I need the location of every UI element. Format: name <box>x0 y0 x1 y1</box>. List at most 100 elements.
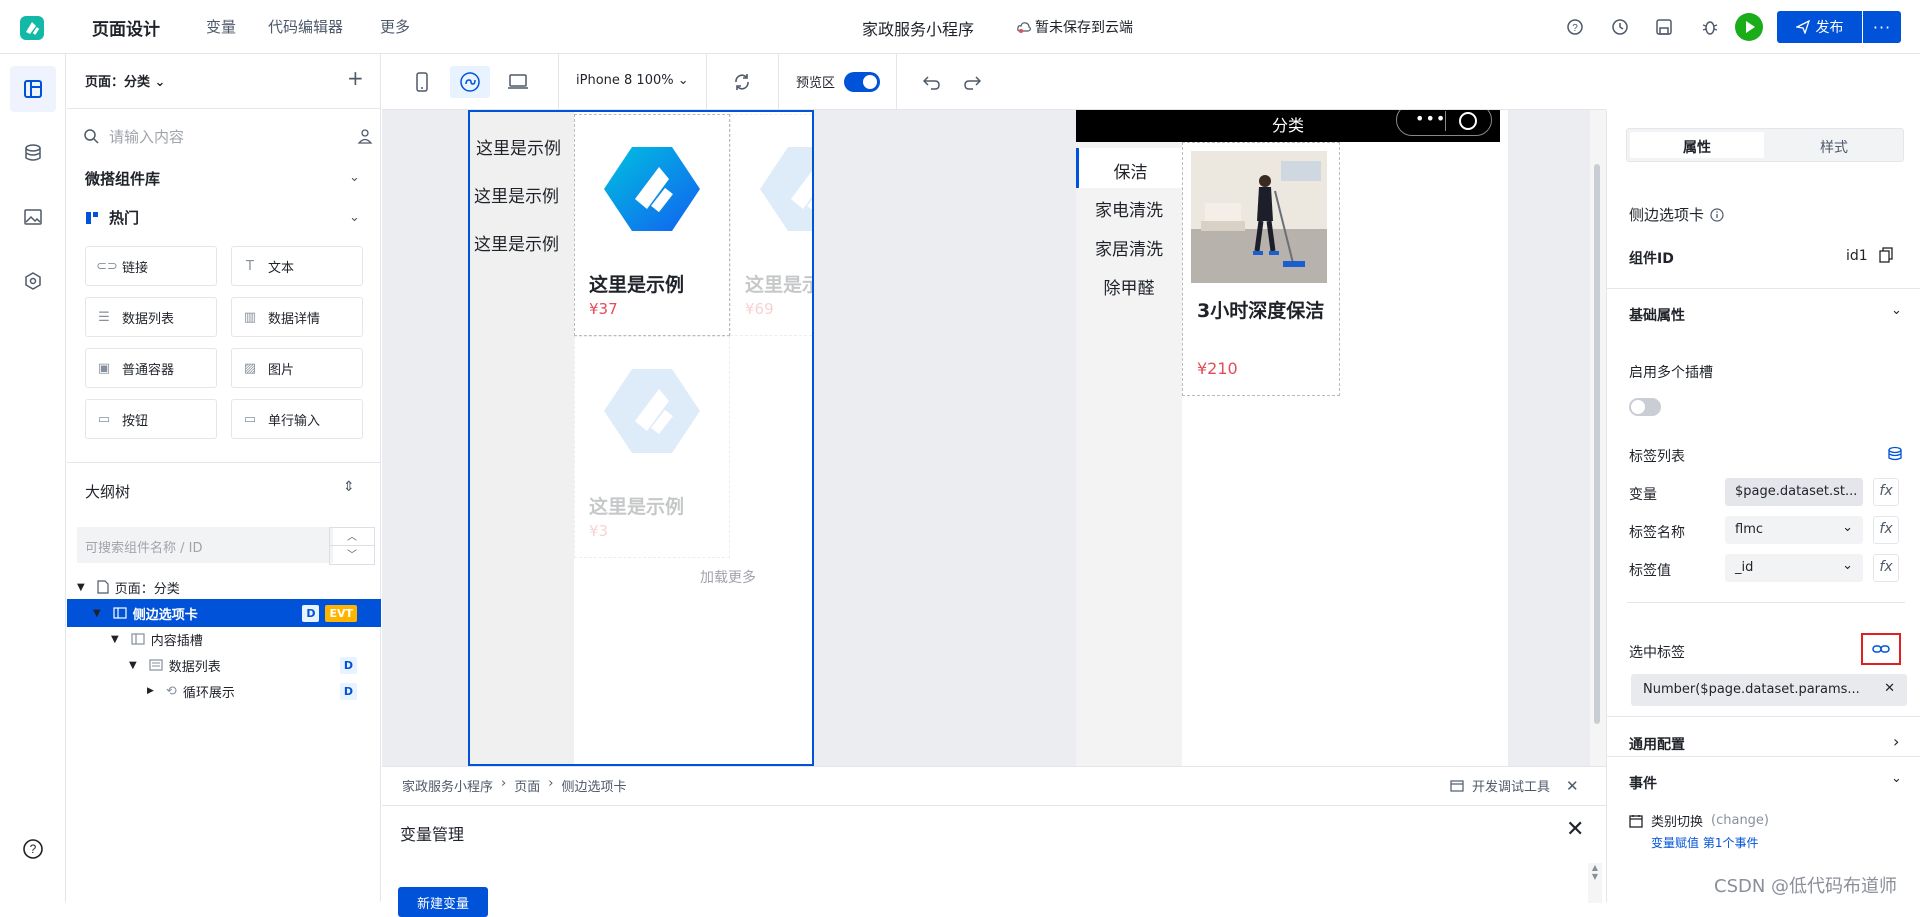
rail-help-button[interactable]: ? <box>10 826 56 872</box>
multi-slot-toggle[interactable] <box>1629 398 1661 416</box>
comp-text[interactable]: T 文本 <box>231 246 363 286</box>
rail-settings-button[interactable] <box>10 258 56 304</box>
device-selector[interactable]: iPhone 8 100% ⌄ <box>576 73 689 88</box>
more-actions-button[interactable]: ··· <box>1863 11 1901 43</box>
tab-name-select[interactable]: flmc ⌄ <box>1725 516 1863 544</box>
preview-toggle[interactable] <box>844 72 880 92</box>
undo-icon[interactable] <box>912 66 952 98</box>
breadcrumb-item[interactable]: 页面 <box>514 776 540 795</box>
tab-value-select[interactable]: _id ⌄ <box>1725 554 1863 582</box>
outline-search-input[interactable]: 可搜索组件名称 / ID <box>77 527 333 563</box>
add-page-button[interactable]: + <box>347 66 364 90</box>
chevron-down-icon[interactable]: ⌄ <box>1891 303 1902 318</box>
help-icon[interactable]: ? <box>1564 16 1586 38</box>
event-action[interactable]: 变量赋值 第1个事件 <box>1651 834 1758 851</box>
comp-link[interactable]: ⊂⊃ 链接 <box>85 246 217 286</box>
tree-node-loop[interactable]: ▶ ⟲ 循环展示 D <box>67 677 381 705</box>
hot-group-title[interactable]: 热门 <box>85 207 139 228</box>
nav-more[interactable]: 更多 <box>380 16 410 37</box>
event-item[interactable]: 类别切换 (change) <box>1629 811 1769 830</box>
side-tab[interactable]: 这里是示例 <box>474 182 559 207</box>
load-more[interactable]: 加载更多 <box>700 567 756 587</box>
comp-data-list[interactable]: ☰ 数据列表 <box>85 297 217 337</box>
tree-node-label: 侧边选项卡 <box>132 607 198 623</box>
selected-tab-binding[interactable]: Number($page.dataset.params... ✕ <box>1631 674 1907 706</box>
chevron-right-icon[interactable]: › <box>1893 732 1899 751</box>
refresh-icon[interactable] <box>722 66 762 98</box>
side-tab[interactable]: 家电清洗 <box>1076 196 1182 221</box>
data-badge: D <box>339 682 357 700</box>
side-tab[interactable]: 这里是示例 <box>474 230 559 255</box>
nav-variables[interactable]: 变量 <box>206 16 236 37</box>
mobile-view-icon[interactable] <box>402 66 442 98</box>
redo-icon[interactable] <box>952 66 992 98</box>
breadcrumb-item[interactable]: 侧边选项卡 <box>561 776 626 795</box>
link-binding-button[interactable] <box>1861 633 1901 665</box>
tree-node-content-slot[interactable]: ▼ 内容插槽 <box>67 625 381 653</box>
comp-input[interactable]: ▭ 单行输入 <box>231 399 363 439</box>
run-preview-button[interactable] <box>1735 13 1763 41</box>
database-icon[interactable] <box>1887 446 1903 462</box>
library-title[interactable]: 微搭组件库 <box>85 168 160 189</box>
side-tab[interactable]: 这里是示例 <box>476 134 561 159</box>
desktop-view-icon[interactable] <box>498 66 538 98</box>
breadcrumb-item[interactable]: 家政服务小程序 <box>402 776 493 795</box>
tab-properties[interactable]: 属性 <box>1630 132 1764 158</box>
component-search[interactable]: 请输入内容 <box>83 120 373 152</box>
miniprogram-view-icon[interactable] <box>450 66 490 98</box>
fx-button[interactable]: fx <box>1873 554 1899 582</box>
component-title-text: 侧边选项卡 <box>1629 206 1705 224</box>
comp-container[interactable]: ▣ 普通容器 <box>85 348 217 388</box>
fx-button[interactable]: fx <box>1873 478 1899 506</box>
variable-binding[interactable]: $page.dataset.st... <box>1725 478 1863 506</box>
comp-button[interactable]: ▭ 按钮 <box>85 399 217 439</box>
expand-collapse-icon[interactable]: ⇕ <box>343 479 355 495</box>
chevron-down-icon[interactable]: ﹀ <box>330 546 374 564</box>
product-card[interactable]: 这里是示例 ¥3 <box>574 336 730 558</box>
comp-data-detail[interactable]: ▥ 数据详情 <box>231 297 363 337</box>
chevron-down-icon[interactable]: ⌄ <box>349 210 360 225</box>
info-icon[interactable] <box>1710 207 1724 222</box>
product-card[interactable]: 这里是示例 ¥37 <box>574 114 730 336</box>
tree-node-page[interactable]: ▼ 页面：分类 <box>67 573 381 601</box>
tree-node-side-tabs[interactable]: ▼ 侧边选项卡 D EVT <box>67 599 381 627</box>
service-card[interactable]: 3小时深度保洁 ¥210 <box>1182 142 1340 396</box>
design-canvas[interactable]: 这里是示例 这里是示例 这里是示例 这里是示例 ¥37 这里是示例 ¥69 这里… <box>382 110 1606 766</box>
basic-props-header[interactable]: 基础属性 <box>1629 305 1685 325</box>
close-icon[interactable]: ✕ <box>1884 681 1895 696</box>
general-config-header[interactable]: 通用配置 <box>1629 734 1685 754</box>
tab-styles[interactable]: 样式 <box>1767 132 1901 158</box>
close-icon[interactable]: ✕ <box>1566 817 1584 842</box>
product-card[interactable]: 这里是示例 ¥69 <box>730 114 812 336</box>
comp-image[interactable]: ▨ 图片 <box>231 348 363 388</box>
rail-pages-button[interactable] <box>10 66 56 112</box>
new-variable-button[interactable]: 新建变量 <box>398 887 488 917</box>
user-search-icon[interactable] <box>357 128 373 144</box>
side-tab[interactable]: 家居清洗 <box>1076 235 1182 260</box>
chevron-up-icon[interactable]: ︿ <box>330 528 374 546</box>
bug-icon[interactable] <box>1699 16 1721 38</box>
chevron-down-icon[interactable]: ⌄ <box>1891 771 1902 786</box>
devtools-toggle[interactable]: 开发调试工具 ✕ <box>1450 776 1579 795</box>
copy-icon[interactable] <box>1879 247 1893 263</box>
scrollbar-thumb[interactable] <box>1594 164 1600 724</box>
events-header[interactable]: 事件 <box>1629 773 1657 793</box>
editor-phone-frame[interactable]: 这里是示例 这里是示例 这里是示例 这里是示例 ¥37 这里是示例 ¥69 这里… <box>468 110 814 766</box>
save-icon[interactable] <box>1653 16 1675 38</box>
outline-stepper[interactable]: ︿ ﹀ <box>329 527 375 565</box>
side-tab[interactable]: 除甲醛 <box>1076 274 1182 299</box>
history-icon[interactable] <box>1609 16 1631 38</box>
panel-scrollbar[interactable]: ▲ ▼ <box>1588 863 1602 903</box>
nav-code-editor[interactable]: 代码编辑器 <box>268 16 343 37</box>
preview-phone-frame[interactable]: 分类 ••• 保洁 家电清洗 家居清洗 除甲醛 3小时深度保洁 ¥210 <box>1076 110 1508 766</box>
close-icon[interactable]: ✕ <box>1566 777 1579 795</box>
chevron-down-icon[interactable]: ⌄ <box>349 170 360 185</box>
tree-node-data-list[interactable]: ▼ 数据列表 D <box>67 651 381 679</box>
rail-media-button[interactable] <box>10 194 56 240</box>
side-tab-active[interactable]: 保洁 <box>1076 148 1182 188</box>
rail-database-button[interactable] <box>10 130 56 176</box>
page-selector[interactable]: 页面：分类 ⌄ <box>85 71 165 90</box>
publish-button[interactable]: 发布 <box>1777 11 1862 43</box>
capsule-button[interactable]: ••• <box>1396 110 1492 136</box>
fx-button[interactable]: fx <box>1873 516 1899 544</box>
